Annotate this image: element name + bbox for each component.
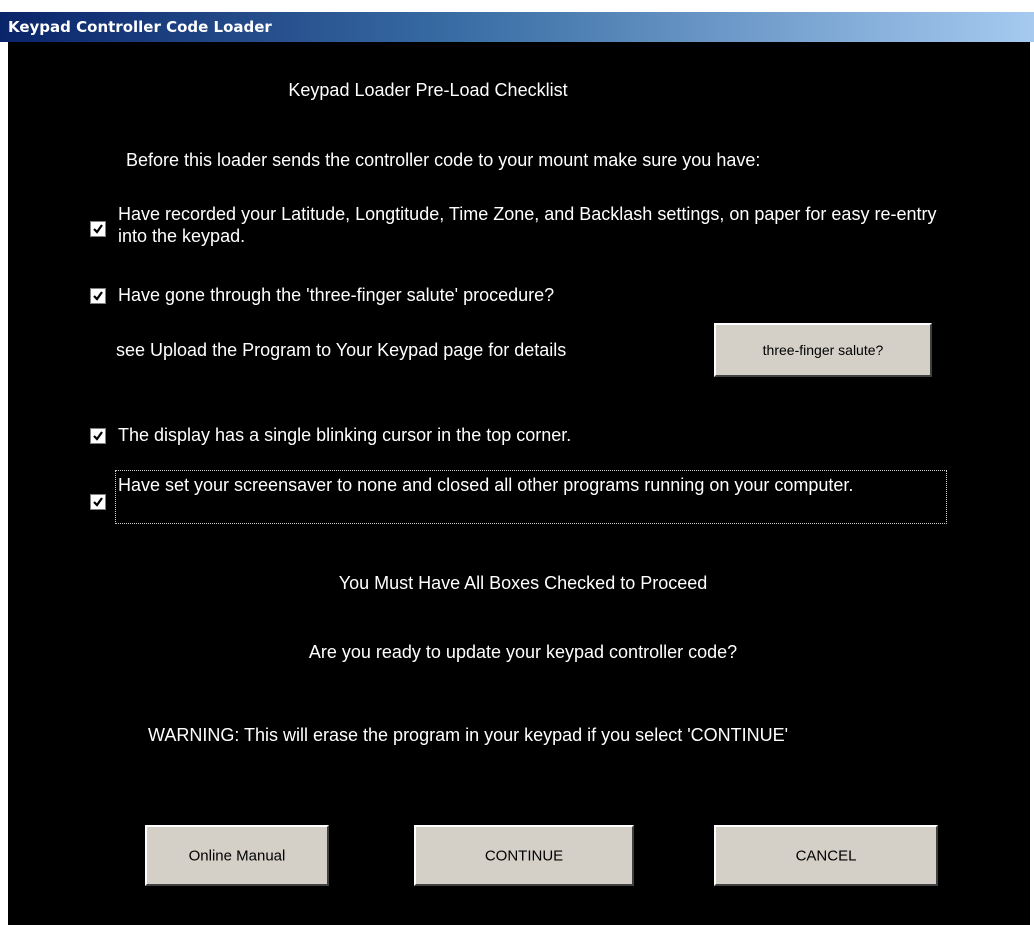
three-finger-salute-button[interactable]: three-finger salute? — [714, 323, 932, 377]
item-label-screensaver-none: Have set your screensaver to none and cl… — [118, 475, 854, 495]
dialog-client-area: Keypad Loader Pre-Load Checklist Before … — [8, 42, 1030, 925]
checkbox-three-finger-salute[interactable] — [90, 288, 106, 304]
see-upload-text: see Upload the Program to Your Keypad pa… — [116, 340, 567, 360]
continue-button-label: CONTINUE — [484, 847, 564, 864]
window-title: Keypad Controller Code Loader — [8, 18, 272, 36]
checklist-intro: Before this loader sends the controller … — [126, 150, 761, 170]
ready-question: Are you ready to update your keypad cont… — [308, 642, 738, 662]
checkbox-blinking-cursor[interactable] — [90, 428, 106, 444]
checkmark-icon — [93, 224, 103, 234]
warning-message: WARNING: This will erase the program in … — [148, 725, 789, 745]
cancel-button[interactable]: CANCEL — [714, 825, 938, 886]
checklist-heading: Keypad Loader Pre-Load Checklist — [288, 80, 568, 100]
cancel-button-label: CANCEL — [795, 847, 857, 864]
item-label-three-finger-salute: Have gone through the 'three-finger salu… — [118, 285, 555, 305]
title-bar[interactable]: Keypad Controller Code Loader — [0, 12, 1034, 42]
must-check-message: You Must Have All Boxes Checked to Proce… — [338, 573, 708, 593]
item-label-blinking-cursor: The display has a single blinking cursor… — [118, 425, 572, 445]
three-finger-salute-button-label: three-finger salute? — [762, 342, 884, 358]
online-manual-button-label: Online Manual — [188, 847, 286, 864]
continue-button[interactable]: CONTINUE — [414, 825, 634, 886]
checkmark-icon — [93, 431, 103, 441]
checkmark-icon — [93, 497, 103, 507]
online-manual-button[interactable]: Online Manual — [145, 825, 329, 886]
window-top-edge — [0, 0, 1034, 12]
checkbox-screensaver-none[interactable] — [90, 494, 106, 510]
item-label-recorded-settings: Have recorded your Latitude, Longtitude,… — [118, 204, 937, 246]
checkmark-icon — [93, 291, 103, 301]
checkbox-recorded-settings[interactable] — [90, 221, 106, 237]
